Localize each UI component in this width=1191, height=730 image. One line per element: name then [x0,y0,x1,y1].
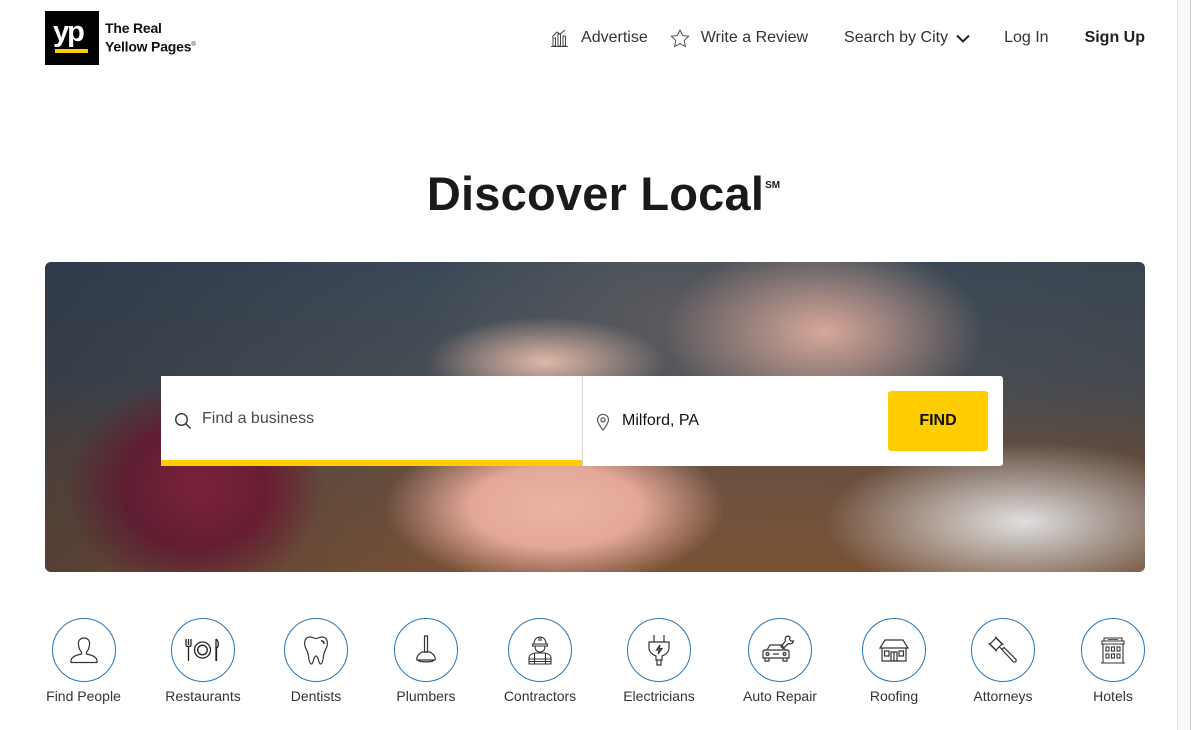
tooth-icon [304,636,328,665]
worker-hardhat-icon [528,636,552,665]
plunger-icon [416,635,436,663]
nav-advertise[interactable]: Advertise [550,29,648,47]
category-label: Find People [46,688,121,704]
category-dentists[interactable]: Dentists [284,618,348,704]
business-search-input[interactable] [202,410,562,428]
page-scrollbar[interactable] [1177,0,1191,730]
nav-sign-up[interactable]: Sign Up [1085,29,1145,47]
plate-utensils-icon [185,638,219,661]
house-roof-icon [878,639,910,662]
category-label: Restaurants [165,688,241,704]
yp-logo-mark: yp [45,11,99,65]
category-contractors[interactable]: Contractors [503,618,577,704]
category-label: Attorneys [973,688,1033,704]
category-icon-circle [1081,618,1145,682]
search-form: FIND [161,376,1003,466]
car-wrench-icon [762,635,795,662]
nav-write-review[interactable]: Write a Review [669,28,809,48]
nav-advertise-label: Advertise [581,29,648,46]
nav-log-in-label: Log In [1004,29,1049,46]
category-label: Roofing [869,688,919,704]
category-hotels[interactable]: Hotels [1081,618,1145,704]
category-icon-circle [284,618,348,682]
category-find-people[interactable]: Find People [45,618,122,704]
site-header: yp The Real Yellow Pages® Advertise Writ… [45,11,1145,65]
top-nav: Advertise Write a Review Search by City … [550,11,1145,65]
category-label: Hotels [1093,688,1133,704]
category-label: Auto Repair [743,688,817,704]
category-icon-circle [862,618,926,682]
person-icon [69,637,98,664]
category-restaurants[interactable]: Restaurants [164,618,242,704]
brand-name: The Real Yellow Pages® [105,20,196,56]
category-label: Dentists [290,688,342,704]
chevron-down-icon [956,34,970,43]
electric-plug-icon [648,635,670,666]
location-pin-icon [596,413,610,431]
nav-search-by-city-dropdown[interactable]: Search by City [844,29,970,47]
category-icon-circle [171,618,235,682]
category-label: Electricians [623,688,695,704]
nav-search-by-city-label: Search by City [844,29,949,46]
page-title: Discover Local SM [426,166,780,221]
location-search-input[interactable] [622,412,872,430]
brand-name-line1: The Real [105,20,162,37]
category-icon-circle [748,618,812,682]
category-auto-repair[interactable]: Auto Repair [741,618,819,704]
category-shortcuts: Find People Restaurants Dentists Plumber… [45,618,1145,708]
hero-title-wrap: Discover Local SM [0,166,1191,221]
brand-logo[interactable]: yp The Real Yellow Pages® [45,11,196,65]
category-roofing[interactable]: Roofing [862,618,926,704]
location-search-field[interactable]: FIND [582,376,1003,466]
gavel-icon [988,636,1017,663]
star-outline-icon [669,28,690,48]
category-icon-circle [971,618,1035,682]
logo-yellow-bar [55,49,88,53]
category-attorneys[interactable]: Attorneys [971,618,1035,704]
search-icon [174,412,191,429]
service-mark: SM [765,180,781,191]
category-label: Plumbers [396,688,456,704]
business-search-field[interactable] [161,376,582,466]
logo-mark-text: yp [53,16,85,48]
nav-write-review-label: Write a Review [700,29,809,46]
page-title-text: Discover Local [426,167,765,220]
category-electricians[interactable]: Electricians [622,618,696,704]
category-plumbers[interactable]: Plumbers [394,618,458,704]
brand-name-line2: Yellow Pages [105,38,192,55]
category-icon-circle [627,618,691,682]
find-button[interactable]: FIND [888,391,988,451]
category-icon-circle [394,618,458,682]
category-icon-circle [51,618,116,682]
hotel-building-icon [1101,637,1125,664]
nav-log-in[interactable]: Log In [1004,29,1048,47]
bar-chart-icon [551,29,569,47]
trademark-symbol: ® [191,42,196,49]
category-icon-circle [508,618,572,682]
nav-sign-up-label: Sign Up [1084,29,1145,46]
category-label: Contractors [503,688,577,704]
